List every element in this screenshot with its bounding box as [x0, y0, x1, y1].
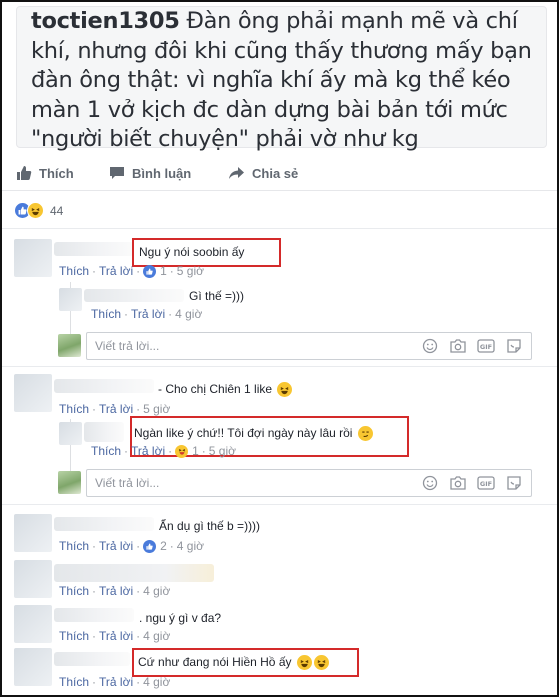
reply-input-box[interactable]: GIF	[86, 332, 532, 360]
my-avatar	[58, 471, 81, 494]
comment-divider	[2, 504, 557, 505]
comment-meta: Thích · Trả lời · 1 · 5 giờ	[59, 264, 205, 278]
avatar[interactable]	[14, 239, 52, 277]
author-name-redacted[interactable]	[54, 652, 130, 666]
like-icon	[143, 264, 157, 278]
reply-like-link[interactable]: Thích	[91, 307, 121, 321]
author-name-redacted[interactable]	[54, 608, 134, 622]
reactions-count: 44	[50, 203, 64, 218]
author-name-redacted[interactable]	[84, 422, 124, 442]
avatar[interactable]	[14, 560, 52, 598]
comment-time[interactable]: 4 giờ	[143, 584, 170, 598]
reply-reaction-count[interactable]: 1	[175, 444, 199, 458]
emoji-icon[interactable]	[421, 475, 439, 491]
thumbs-up-icon	[17, 166, 32, 180]
post-author[interactable]: toctien1305	[31, 8, 180, 34]
reply-input[interactable]	[95, 475, 395, 491]
reply-tools: GIF	[421, 475, 523, 491]
comment-icon	[110, 167, 124, 179]
avatar[interactable]	[59, 288, 82, 311]
sticker-icon[interactable]	[505, 338, 523, 354]
comment-text: Ẩn dụ gì thế b =))))	[159, 519, 261, 533]
my-avatar	[58, 334, 81, 357]
like-button-label: Thích	[39, 165, 74, 181]
reactions-divider	[2, 228, 557, 229]
comment-meta: Thích · Trả lời · 2 · 4 giờ	[59, 539, 205, 553]
comment-reply-link[interactable]: Trả lời	[99, 539, 133, 553]
comment-reply-link[interactable]: Trả lời	[99, 584, 133, 598]
share-button-label: Chia sẻ	[252, 165, 299, 181]
reply-input[interactable]	[95, 338, 395, 354]
comment-divider	[2, 366, 557, 367]
avatar[interactable]	[14, 605, 52, 643]
comment-redacted[interactable]	[54, 564, 214, 582]
svg-text:GIF: GIF	[480, 343, 492, 351]
camera-icon[interactable]	[449, 338, 467, 354]
reply-reply-link[interactable]: Trả lời	[131, 444, 165, 458]
reply-tools: GIF	[421, 338, 523, 354]
reply-time[interactable]: 5 giờ	[209, 444, 236, 458]
avatar[interactable]	[14, 514, 52, 552]
svg-text:GIF: GIF	[480, 480, 492, 488]
comment-time[interactable]: 4 giờ	[143, 629, 170, 643]
comment-time[interactable]: 4 giờ	[143, 675, 170, 689]
comment-text: - Cho chị Chiên 1 like	[158, 382, 293, 397]
comment-reply-link[interactable]: Trả lời	[99, 402, 133, 416]
post-text-card: toctien1305 Đàn ông phải mạnh mẽ và chí …	[16, 6, 547, 152]
author-name-redacted[interactable]	[54, 242, 134, 256]
comment-reply-link[interactable]: Trả lời	[99, 675, 133, 689]
screenshot-frame: toctien1305 Đàn ông phải mạnh mẽ và chí …	[0, 0, 559, 697]
comment-reaction-count[interactable]: 2	[143, 539, 167, 553]
author-name-redacted[interactable]	[84, 289, 184, 302]
avatar[interactable]	[59, 422, 82, 445]
comment-like-link[interactable]: Thích	[59, 402, 89, 416]
reply-reply-link[interactable]: Trả lời	[131, 307, 165, 321]
comment-like-link[interactable]: Thích	[59, 675, 89, 689]
highlight-box	[132, 648, 359, 677]
author-name-redacted[interactable]	[54, 517, 154, 531]
reactions-summary[interactable]: 44	[14, 202, 63, 219]
camera-icon[interactable]	[449, 475, 467, 491]
author-name-redacted[interactable]	[54, 379, 154, 393]
comment-button[interactable]: Bình luận	[109, 165, 191, 181]
gif-icon[interactable]: GIF	[477, 338, 495, 354]
comment-reaction-count[interactable]: 1	[143, 264, 167, 278]
reply-text: Gì thế =)))	[189, 289, 245, 303]
comment-text: . ngu ý gì v đa?	[139, 611, 222, 625]
reply-like-link[interactable]: Thích	[91, 444, 121, 458]
comment-like-link[interactable]: Thích	[59, 264, 89, 278]
emoji-icon[interactable]	[421, 338, 439, 354]
avatar[interactable]	[14, 648, 52, 686]
comment-time[interactable]: 4 giờ	[177, 539, 204, 553]
comment-reply-link[interactable]: Trả lời	[99, 264, 133, 278]
comment-time[interactable]: 5 giờ	[177, 264, 204, 278]
reply-meta: Thích · Trả lời · 1 · 5 giờ	[91, 444, 237, 458]
like-button[interactable]: Thích	[16, 165, 74, 181]
reply-input-box[interactable]: GIF	[86, 469, 532, 497]
comment-time[interactable]: 5 giờ	[143, 402, 170, 416]
gif-icon[interactable]: GIF	[477, 475, 495, 491]
comment-meta: Thích · Trả lời · 4 giờ	[59, 629, 171, 643]
avatar[interactable]	[14, 374, 52, 412]
haha-reaction-icon	[27, 202, 44, 219]
reply-time[interactable]: 4 giờ	[175, 307, 202, 321]
comment-reply-link[interactable]: Trả lời	[99, 629, 133, 643]
highlight-box	[132, 238, 281, 267]
share-button[interactable]: Chia sẻ	[228, 165, 298, 181]
comment-like-link[interactable]: Thích	[59, 584, 89, 598]
haha-icon	[175, 444, 189, 458]
comment-meta: Thích · Trả lời · 4 giờ	[59, 584, 171, 598]
comment-like-link[interactable]: Thích	[59, 539, 89, 553]
comment-meta: Thích · Trả lời · 4 giờ	[59, 675, 171, 689]
post-action-bar: Thích Bình luận Chia sẻ	[2, 157, 557, 191]
like-icon	[143, 539, 157, 553]
reply-meta: Thích · Trả lời · 4 giờ	[91, 307, 203, 321]
share-arrow-icon	[229, 167, 244, 179]
post-body: toctien1305 Đàn ông phải mạnh mẽ và chí …	[31, 7, 532, 155]
haha-emoji-icon	[277, 382, 293, 397]
comment-button-label: Bình luận	[132, 165, 192, 181]
sticker-icon[interactable]	[505, 475, 523, 491]
comment-meta: Thích · Trả lời · 5 giờ	[59, 402, 171, 416]
comment-like-link[interactable]: Thích	[59, 629, 89, 643]
